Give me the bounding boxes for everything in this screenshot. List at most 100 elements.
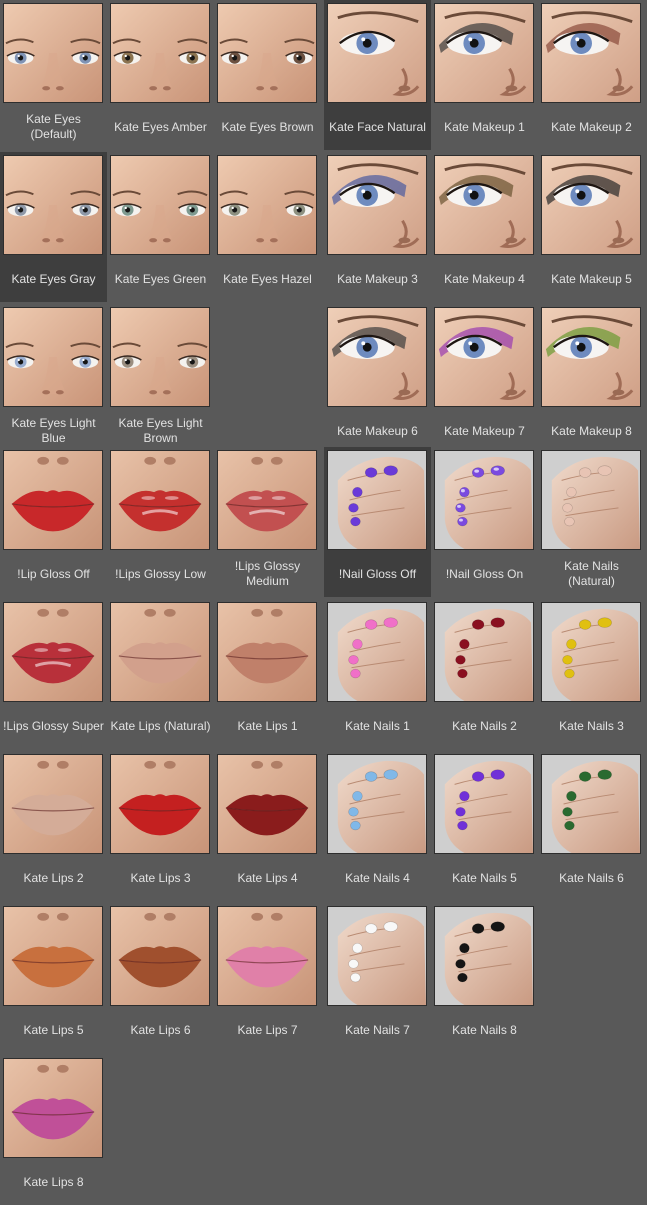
preset-thumbnail [541, 3, 641, 103]
preset-label: Kate Lips 2 [23, 870, 84, 885]
preset-label: Kate Eyes (Default) [26, 112, 81, 141]
preset-thumbnail [434, 307, 534, 407]
preset-thumbnail [217, 3, 317, 103]
preset-tile-kate-face-natural[interactable]: Kate Face Natural [324, 0, 431, 150]
preset-tile-kate-lips-4[interactable]: Kate Lips 4 [214, 751, 321, 901]
preset-tile-kate-lips-3[interactable]: Kate Lips 3 [107, 751, 214, 901]
preset-label: Kate Lips (Natural) [110, 718, 211, 733]
preset-tile-kate-eyes-brown[interactable]: Kate Eyes Brown [214, 0, 321, 150]
preset-thumbnail [434, 450, 534, 550]
preset-thumbnail [434, 3, 534, 103]
preset-tile-kate-nails-6[interactable]: Kate Nails 6 [538, 751, 645, 901]
preset-tile-kate-makeup-3[interactable]: Kate Makeup 3 [324, 152, 431, 302]
preset-thumbnail [434, 754, 534, 854]
preset-tile-kate-eyes-default[interactable]: Kate Eyes (Default) [0, 0, 107, 150]
preset-tile-kate-makeup-2[interactable]: Kate Makeup 2 [538, 0, 645, 150]
preset-tile-kate-nails-8[interactable]: Kate Nails 8 [431, 903, 538, 1053]
preset-tile-kate-eyes-light-brown[interactable]: Kate Eyes Light Brown [107, 304, 214, 454]
preset-label: !Lip Gloss Off [17, 566, 90, 581]
preset-tile-kate-nails-4[interactable]: Kate Nails 4 [324, 751, 431, 901]
preset-thumbnail [217, 906, 317, 1006]
preset-thumbnail [217, 450, 317, 550]
preset-thumbnail [3, 906, 103, 1006]
preset-label: Kate Nails 5 [452, 870, 517, 885]
preset-thumbnail [541, 155, 641, 255]
preset-thumbnail [110, 450, 210, 550]
preset-thumbnail [3, 307, 103, 407]
preset-label: Kate Nails 7 [345, 1022, 410, 1037]
preset-tile-kate-makeup-4[interactable]: Kate Makeup 4 [431, 152, 538, 302]
preset-tile-kate-eyes-amber[interactable]: Kate Eyes Amber [107, 0, 214, 150]
preset-tile-kate-lips-8[interactable]: Kate Lips 8 [0, 1055, 107, 1205]
preset-tile-lip-gloss-off[interactable]: !Lip Gloss Off [0, 447, 107, 597]
preset-label: Kate Makeup 2 [551, 119, 632, 134]
preset-label: Kate Nails 1 [345, 718, 410, 733]
preset-tile-kate-lips-6[interactable]: Kate Lips 6 [107, 903, 214, 1053]
preset-label: Kate Lips 8 [23, 1174, 84, 1189]
preset-tile-nail-gloss-off[interactable]: !Nail Gloss Off [324, 447, 431, 597]
preset-tile-kate-lips-1[interactable]: Kate Lips 1 [214, 599, 321, 749]
preset-thumbnail [434, 906, 534, 1006]
preset-label: Kate Makeup 1 [444, 119, 525, 134]
preset-thumbnail [327, 450, 427, 550]
preset-thumbnail [541, 602, 641, 702]
preset-thumbnail [3, 602, 103, 702]
preset-thumbnail [217, 754, 317, 854]
preset-tile-kate-nails-7[interactable]: Kate Nails 7 [324, 903, 431, 1053]
preset-thumbnail [3, 1058, 103, 1158]
preset-thumbnail [110, 906, 210, 1006]
preset-tile-kate-nails-3[interactable]: Kate Nails 3 [538, 599, 645, 749]
preset-label: Kate Lips 1 [237, 718, 298, 733]
preset-label: Kate Lips 5 [23, 1022, 84, 1037]
preset-label: Kate Face Natural [329, 119, 426, 134]
preset-tile-kate-makeup-6[interactable]: Kate Makeup 6 [324, 304, 431, 454]
preset-thumbnail [327, 754, 427, 854]
preset-thumbnail [327, 155, 427, 255]
preset-thumbnail [327, 602, 427, 702]
preset-label: Kate Makeup 3 [337, 271, 418, 286]
preset-thumbnail [434, 602, 534, 702]
preset-tile-kate-lips-2[interactable]: Kate Lips 2 [0, 751, 107, 901]
preset-label: Kate Nails 2 [452, 718, 517, 733]
preset-tile-kate-eyes-green[interactable]: Kate Eyes Green [107, 152, 214, 302]
preset-tile-lips-glossy-super[interactable]: !Lips Glossy Super [0, 599, 107, 749]
preset-label: Kate Lips 4 [237, 870, 298, 885]
preset-tile-kate-lips-7[interactable]: Kate Lips 7 [214, 903, 321, 1053]
preset-tile-lips-glossy-medium[interactable]: !Lips Glossy Medium [214, 447, 321, 597]
preset-tile-kate-makeup-8[interactable]: Kate Makeup 8 [538, 304, 645, 454]
preset-label: Kate Nails 6 [559, 870, 624, 885]
preset-thumbnail [217, 155, 317, 255]
preset-tile-kate-makeup-7[interactable]: Kate Makeup 7 [431, 304, 538, 454]
preset-thumbnail [3, 754, 103, 854]
preset-tile-kate-makeup-5[interactable]: Kate Makeup 5 [538, 152, 645, 302]
preset-label: Kate Eyes Green [114, 271, 207, 286]
preset-thumbnail [434, 155, 534, 255]
preset-label: Kate Nails 4 [345, 870, 410, 885]
preset-tile-lips-glossy-low[interactable]: !Lips Glossy Low [107, 447, 214, 597]
preset-thumbnail [110, 307, 210, 407]
preset-thumbnail [3, 3, 103, 103]
preset-tile-kate-lips-natural[interactable]: Kate Lips (Natural) [107, 599, 214, 749]
preset-thumbnail [110, 3, 210, 103]
preset-tile-kate-nails-natural[interactable]: Kate Nails (Natural) [538, 447, 645, 597]
preset-thumbnail [541, 450, 641, 550]
preset-tile-kate-nails-1[interactable]: Kate Nails 1 [324, 599, 431, 749]
preset-label: Kate Lips 7 [237, 1022, 298, 1037]
preset-label: Kate Nails (Natural) [564, 559, 619, 588]
preset-tile-kate-nails-5[interactable]: Kate Nails 5 [431, 751, 538, 901]
preset-label: !Lips Glossy Medium [234, 559, 301, 588]
preset-thumbnail [110, 754, 210, 854]
preset-tile-kate-lips-5[interactable]: Kate Lips 5 [0, 903, 107, 1053]
preset-tile-nail-gloss-on[interactable]: !Nail Gloss On [431, 447, 538, 597]
preset-thumbnail [110, 602, 210, 702]
preset-tile-kate-eyes-light-blue[interactable]: Kate Eyes Light Blue [0, 304, 107, 454]
preset-thumbnail [541, 754, 641, 854]
preset-label: !Lips Glossy Low [115, 566, 206, 581]
preset-thumbnail [217, 602, 317, 702]
preset-tile-kate-nails-2[interactable]: Kate Nails 2 [431, 599, 538, 749]
preset-tile-kate-makeup-1[interactable]: Kate Makeup 1 [431, 0, 538, 150]
preset-thumbnail [3, 155, 103, 255]
preset-tile-kate-eyes-hazel[interactable]: Kate Eyes Hazel [214, 152, 321, 302]
preset-tile-kate-eyes-gray[interactable]: Kate Eyes Gray [0, 152, 107, 302]
preset-label: Kate Eyes Amber [114, 119, 207, 134]
